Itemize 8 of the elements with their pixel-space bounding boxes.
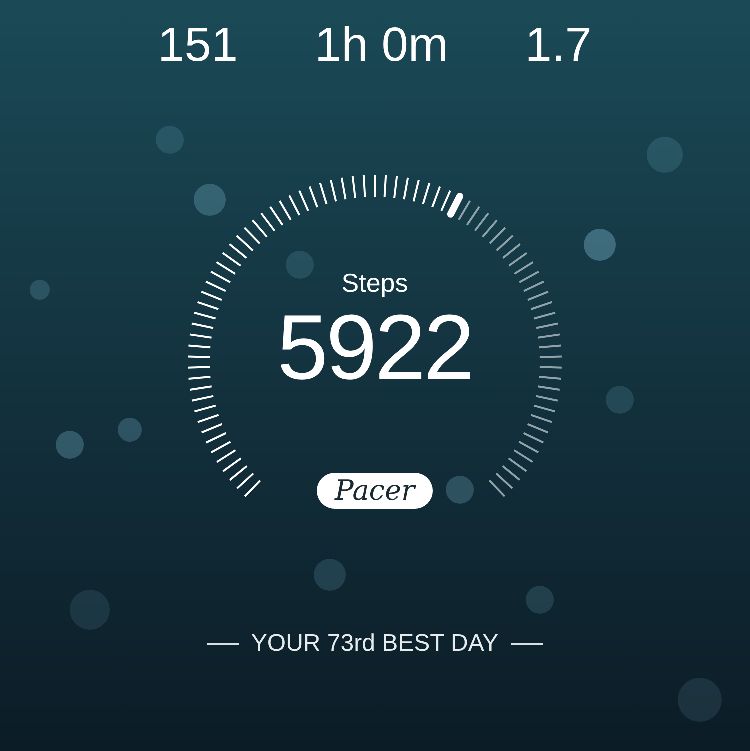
stat-value: 151: [158, 18, 238, 74]
best-day-text: YOUR 73rd BEST DAY: [251, 630, 499, 658]
steps-count: 5922: [277, 298, 473, 398]
stat-value: 1.7: [525, 18, 592, 74]
stat-value: 1h 0m: [314, 18, 448, 74]
brand-logo: Pacer: [317, 473, 433, 509]
steps-label: Steps: [342, 268, 408, 298]
progress-marker: [447, 193, 464, 218]
